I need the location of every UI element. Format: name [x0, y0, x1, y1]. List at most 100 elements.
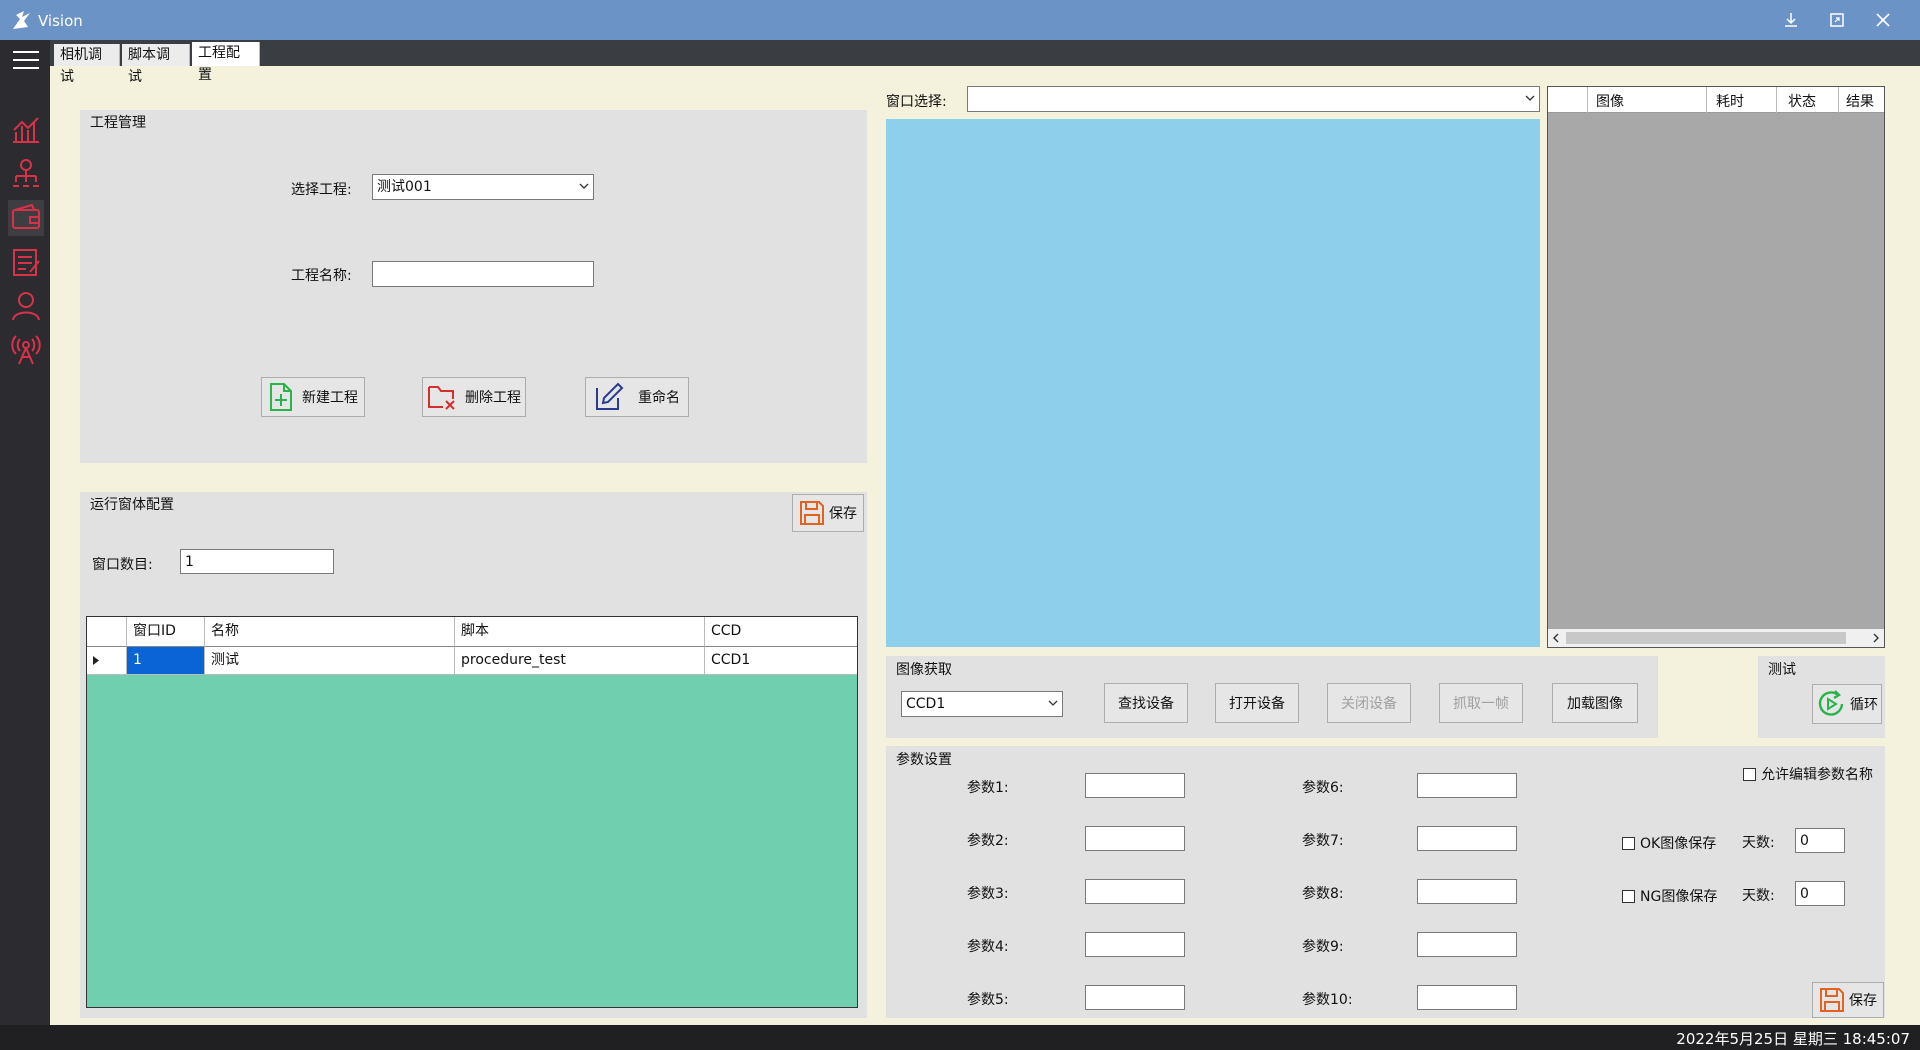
param5-input[interactable]	[1085, 985, 1185, 1010]
param8-input[interactable]	[1417, 879, 1517, 904]
delete-folder-icon	[428, 386, 455, 410]
window-count-input[interactable]: 1	[180, 549, 334, 574]
result-header-time[interactable]: 耗时	[1716, 91, 1744, 111]
sidebar-item-antenna[interactable]	[8, 332, 44, 368]
open-device-button[interactable]: 打开设备	[1215, 683, 1299, 723]
save-icon	[800, 501, 824, 525]
select-project-value: 测试001	[377, 179, 432, 195]
select-project-dropdown[interactable]: 测试001	[372, 174, 594, 200]
params-save-label: 保存	[1849, 993, 1877, 1009]
grid-header-name[interactable]: 名称	[205, 617, 455, 647]
divider	[1706, 87, 1707, 113]
grab-frame-button[interactable]: 抓取一帧	[1439, 683, 1523, 723]
grid-header-ccd[interactable]: CCD	[705, 617, 857, 647]
ok-save-label: OK图像保存	[1640, 836, 1717, 852]
edit-icon	[596, 382, 624, 410]
project-panel-title: 工程管理	[90, 115, 146, 131]
chevron-down-icon	[1525, 95, 1535, 101]
runtime-save-button[interactable]: 保存	[792, 494, 864, 532]
device-value: CCD1	[906, 696, 946, 712]
tab-script-debug[interactable]: 脚本调试	[122, 44, 190, 85]
antenna-icon	[11, 335, 41, 365]
param4-input[interactable]	[1085, 932, 1185, 957]
test-title: 测试	[1768, 662, 1796, 678]
loop-button[interactable]: 循环	[1812, 684, 1882, 724]
scroll-thumb[interactable]	[1566, 632, 1846, 644]
params-save-button[interactable]: 保存	[1812, 982, 1884, 1018]
row-pointer-icon	[93, 656, 99, 665]
cell-script[interactable]: procedure_test	[455, 647, 705, 675]
device-dropdown[interactable]: CCD1	[901, 691, 1063, 717]
ok-days-input[interactable]: 0	[1795, 828, 1845, 853]
param10-label: 参数10:	[1302, 992, 1353, 1008]
save-icon	[1820, 988, 1844, 1012]
window-select-dropdown[interactable]	[967, 86, 1540, 112]
image-view[interactable]	[886, 119, 1540, 647]
horizontal-scrollbar[interactable]	[1548, 629, 1884, 647]
chart-icon	[13, 117, 39, 143]
load-image-button[interactable]: 加载图像	[1552, 683, 1638, 723]
find-device-button[interactable]: 查找设备	[1104, 683, 1188, 723]
test-panel: 测试 循环	[1758, 656, 1885, 738]
tab-bar: 相机调试 脚本调试 工程配置	[50, 40, 1920, 85]
allow-edit-checkbox[interactable]: 允许编辑参数名称	[1743, 764, 1873, 784]
loop-label: 循环	[1850, 697, 1878, 713]
grid-header-id[interactable]: 窗口ID	[127, 617, 205, 647]
window-select-label: 窗口选择:	[886, 94, 947, 110]
runtime-save-label: 保存	[829, 506, 857, 522]
cell-name[interactable]: 测试	[205, 647, 455, 675]
param1-input[interactable]	[1085, 773, 1185, 798]
checkbox-box[interactable]	[1622, 889, 1635, 903]
rename-button[interactable]: 重命名	[585, 377, 689, 417]
maximize-button[interactable]	[1822, 6, 1852, 34]
param7-input[interactable]	[1417, 826, 1517, 851]
close-device-button[interactable]: 关闭设备	[1327, 683, 1411, 723]
result-header-status[interactable]: 状态	[1788, 91, 1816, 111]
sidebar	[0, 40, 50, 1025]
tab-camera-debug[interactable]: 相机调试	[54, 44, 120, 85]
delete-project-button[interactable]: 删除工程	[422, 377, 526, 417]
scroll-left-icon	[1553, 633, 1559, 643]
ng-save-label: NG图像保存	[1640, 889, 1718, 905]
select-project-label: 选择工程:	[291, 182, 352, 198]
wallet-icon	[12, 203, 40, 229]
tab-project-config[interactable]: 工程配置	[192, 42, 260, 83]
result-header-image[interactable]: 图像	[1596, 91, 1624, 111]
window-count-label: 窗口数目:	[92, 557, 153, 573]
checkbox-box[interactable]	[1743, 767, 1756, 781]
sidebar-item-org[interactable]	[8, 156, 44, 192]
row-header[interactable]	[87, 647, 127, 675]
runtime-panel-title: 运行窗体配置	[90, 497, 174, 513]
window-title: Vision	[38, 12, 83, 30]
param2-input[interactable]	[1085, 826, 1185, 851]
sidebar-item-chart[interactable]	[8, 112, 44, 148]
ng-save-checkbox[interactable]: NG图像保存	[1622, 886, 1717, 906]
ng-days-input[interactable]: 0	[1795, 881, 1845, 906]
param3-input[interactable]	[1085, 879, 1185, 904]
checkbox-box[interactable]	[1622, 836, 1635, 850]
cell-ccd[interactable]: CCD1	[705, 647, 857, 675]
param3-label: 参数3:	[967, 886, 1009, 902]
cell-window-id[interactable]: 1	[127, 647, 205, 675]
project-name-input[interactable]	[372, 261, 594, 287]
grid-header-script[interactable]: 脚本	[455, 617, 705, 647]
close-icon	[1876, 13, 1890, 27]
menu-button[interactable]	[8, 42, 44, 78]
title-bar: Vision	[0, 0, 1920, 40]
divider	[1838, 87, 1839, 113]
result-header-result[interactable]: 结果	[1846, 91, 1874, 111]
param6-label: 参数6:	[1302, 780, 1344, 796]
sidebar-item-list[interactable]	[8, 244, 44, 280]
new-file-icon	[270, 383, 292, 411]
new-project-button[interactable]: 新建工程	[261, 377, 365, 417]
param10-input[interactable]	[1417, 985, 1517, 1010]
download-button[interactable]	[1776, 6, 1806, 34]
close-button[interactable]	[1868, 6, 1898, 34]
sidebar-item-wallet[interactable]	[8, 200, 44, 236]
acquisition-panel: 图像获取 CCD1 查找设备 打开设备 关闭设备 抓取一帧 加载图像	[886, 656, 1658, 738]
param6-input[interactable]	[1417, 773, 1517, 798]
sidebar-item-user[interactable]	[8, 288, 44, 324]
result-table: 图像 耗时 状态 结果	[1547, 86, 1885, 648]
ok-save-checkbox[interactable]: OK图像保存	[1622, 833, 1716, 853]
param9-input[interactable]	[1417, 932, 1517, 957]
